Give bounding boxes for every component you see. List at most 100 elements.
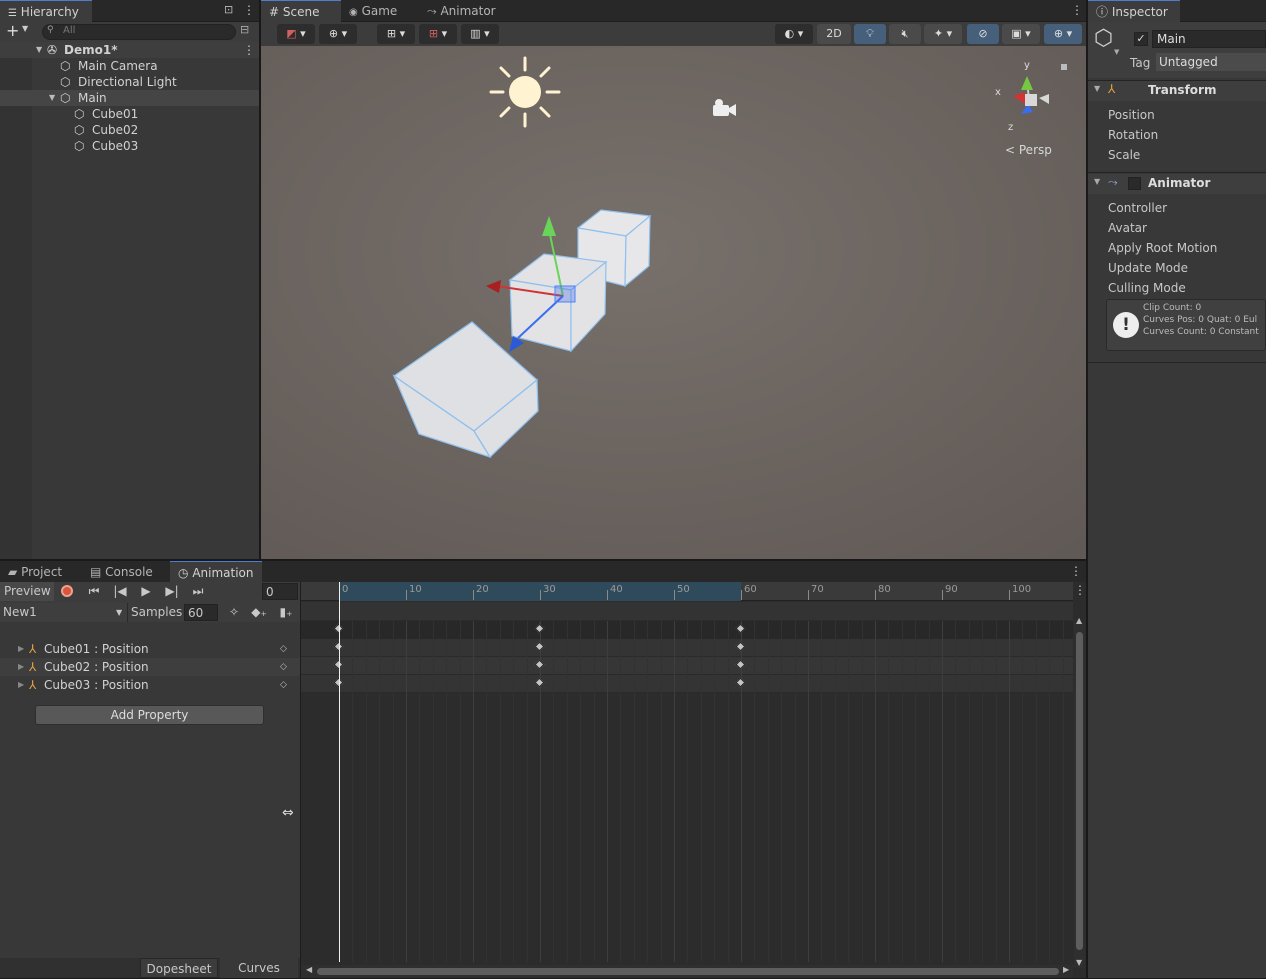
- next-keyframe-button[interactable]: ▶|: [160, 582, 184, 601]
- first-keyframe-button[interactable]: ⏮︎: [82, 582, 106, 601]
- increment-snap-button[interactable]: ⊞ ▾: [419, 24, 457, 44]
- samples-field[interactable]: 60: [184, 604, 218, 621]
- active-checkbox[interactable]: ✓: [1134, 32, 1148, 46]
- timeline-ruler[interactable]: 0 10 20 30 40 50 60 70 80 90 100: [301, 582, 1073, 601]
- animator-enabled-checkbox[interactable]: [1128, 177, 1141, 190]
- scroll-left-icon[interactable]: ◀: [306, 965, 312, 974]
- tab-hierarchy[interactable]: ☰ Hierarchy: [0, 0, 92, 22]
- tab-console[interactable]: ▤ Console: [82, 561, 168, 583]
- scroll-up-icon[interactable]: ▲: [1076, 616, 1082, 625]
- field-update-mode[interactable]: Update Mode: [1108, 259, 1188, 277]
- field-controller[interactable]: Controller: [1108, 199, 1167, 217]
- property-row-cube01[interactable]: ▶ ⅄ Cube01 : Position ◇: [0, 640, 300, 658]
- tag-label: Tag: [1130, 56, 1151, 70]
- hierarchy-item-main-camera[interactable]: ⬡ Main Camera: [0, 58, 259, 74]
- camera-settings-button[interactable]: ▣ ▾: [1002, 24, 1040, 44]
- hierarchy-item-directional-light[interactable]: ⬡ Directional Light: [0, 74, 259, 90]
- playhead[interactable]: [339, 582, 340, 962]
- record-button[interactable]: [56, 582, 78, 601]
- foldout-arrow-icon[interactable]: ▼: [1094, 84, 1100, 93]
- persp-label[interactable]: < Persp: [1005, 143, 1052, 157]
- scene-viewport[interactable]: y x z < Persp: [261, 46, 1086, 559]
- keyframe-diamond-icon[interactable]: ◇: [280, 640, 287, 658]
- hierarchy-item-cube02[interactable]: ⬡ Cube02: [0, 122, 259, 138]
- field-rotation[interactable]: Rotation: [1108, 126, 1158, 144]
- expand-arrow-icon[interactable]: ▶: [18, 676, 24, 694]
- lock-icon[interactable]: ⊡: [224, 3, 233, 16]
- directional-light-icon[interactable]: [489, 56, 561, 128]
- hierarchy-item-cube01[interactable]: ⬡ Cube01: [0, 106, 259, 122]
- vertical-scrollbar[interactable]: ▲ ▼: [1074, 616, 1085, 968]
- play-button[interactable]: ▶: [134, 582, 158, 601]
- scroll-thumb[interactable]: [1076, 632, 1083, 950]
- kebab-menu-icon[interactable]: ⋮: [1074, 583, 1086, 597]
- kebab-menu-icon[interactable]: ⋮: [1070, 564, 1082, 578]
- render-mode-button[interactable]: ◐ ▾: [775, 24, 813, 44]
- add-icon[interactable]: +: [6, 21, 19, 40]
- preview-button[interactable]: Preview: [0, 582, 54, 601]
- expand-arrow-icon[interactable]: ▼: [36, 42, 42, 58]
- tag-dropdown[interactable]: Untagged: [1156, 53, 1266, 71]
- kebab-menu-icon[interactable]: ⋮: [1071, 3, 1083, 17]
- last-keyframe-button[interactable]: ⏭︎: [186, 582, 210, 601]
- timeline-tick-label: 40: [610, 584, 623, 595]
- object-name-field[interactable]: Main: [1152, 30, 1266, 48]
- field-scale[interactable]: Scale: [1108, 146, 1140, 164]
- scroll-thumb[interactable]: [317, 968, 1059, 975]
- scroll-right-icon[interactable]: ▶: [1063, 965, 1069, 974]
- vertex-snap-button[interactable]: ▥ ▾: [461, 24, 499, 44]
- search-input[interactable]: ⚲ All: [42, 24, 236, 40]
- add-event-button[interactable]: ▮₊: [276, 603, 296, 622]
- horizontal-scrollbar[interactable]: ◀ ▶: [301, 965, 1073, 978]
- search-filter-icon[interactable]: ⊟: [240, 23, 249, 36]
- timeline[interactable]: 0 10 20 30 40 50 60 70 80 90 100 ⋮ ▲ ▼ ◀ ▶: [300, 582, 1086, 978]
- keyframe-diamond-icon[interactable]: ◇: [280, 658, 287, 676]
- expand-arrow-icon[interactable]: ▶: [18, 640, 24, 658]
- foldout-arrow-icon[interactable]: ▼: [1094, 177, 1100, 186]
- scene-menu-icon[interactable]: ⋮: [243, 42, 255, 58]
- 2d-toggle-button[interactable]: 2D: [817, 24, 851, 44]
- property-row-cube02[interactable]: ▶ ⅄ Cube02 : Position ◇: [0, 658, 300, 676]
- animator-component-header[interactable]: ▼ ⤳ Animator: [1088, 174, 1266, 194]
- gizmo-lock-icon[interactable]: [1061, 64, 1067, 70]
- curves-tab[interactable]: Curves: [220, 958, 298, 978]
- effects-button[interactable]: ✦ ▾: [924, 24, 962, 44]
- grid-snap-button[interactable]: ⊞ ▾: [377, 24, 415, 44]
- transform-component-header[interactable]: ▼ ⅄ Transform: [1088, 81, 1266, 101]
- orientation-button[interactable]: ⊕ ▾: [319, 24, 357, 44]
- field-position[interactable]: Position: [1108, 106, 1155, 124]
- tab-animation[interactable]: ◷ Animation: [170, 561, 262, 583]
- frame-field[interactable]: 0: [262, 583, 298, 600]
- keyframe-diamond-icon[interactable]: ◇: [280, 676, 287, 694]
- add-keyframe-button[interactable]: ◆₊: [248, 603, 270, 622]
- hierarchy-item-cube03[interactable]: ⬡ Cube03: [0, 138, 259, 154]
- resize-splitter-icon[interactable]: ⇔: [282, 805, 294, 821]
- field-culling-mode[interactable]: Culling Mode: [1108, 279, 1186, 297]
- tab-scene[interactable]: # Scene: [261, 0, 341, 22]
- tab-inspector[interactable]: ⓘ Inspector: [1088, 0, 1180, 22]
- timeline-gridline: [808, 621, 809, 962]
- field-apply-root-motion[interactable]: Apply Root Motion: [1108, 239, 1217, 257]
- clip-dropdown[interactable]: New1 ▼: [0, 603, 128, 622]
- chevron-down-icon[interactable]: ▼: [22, 24, 28, 33]
- scroll-down-icon[interactable]: ▼: [1076, 958, 1082, 967]
- gizmos-button[interactable]: ⊕ ▾: [1044, 24, 1082, 44]
- hidden-objects-button[interactable]: ⊘: [967, 24, 999, 44]
- snap-keys-button[interactable]: ✧: [224, 603, 244, 622]
- prev-keyframe-button[interactable]: |◀: [108, 582, 132, 601]
- scene-row[interactable]: ▼ ✇ Demo1* ⋮: [0, 42, 259, 58]
- add-property-button[interactable]: Add Property: [35, 705, 264, 725]
- dopesheet-tab[interactable]: Dopesheet: [140, 958, 218, 978]
- field-avatar[interactable]: Avatar: [1108, 219, 1147, 237]
- kebab-menu-icon[interactable]: ⋮: [243, 3, 255, 17]
- hierarchy-item-main[interactable]: ▼ ⬡ Main: [0, 90, 259, 106]
- audio-toggle-button[interactable]: 🔇︎: [889, 24, 921, 44]
- expand-arrow-icon[interactable]: ▶: [18, 658, 24, 676]
- lighting-toggle-button[interactable]: 💡︎: [854, 24, 886, 44]
- expand-arrow-icon[interactable]: ▼: [49, 90, 55, 106]
- draw-mode-button[interactable]: ◩ ▾: [277, 24, 315, 44]
- tab-animator[interactable]: ⤳ Animator: [419, 0, 515, 22]
- tab-project[interactable]: ▰ Project: [0, 561, 80, 583]
- tab-game[interactable]: ◉ Game: [341, 0, 419, 22]
- property-row-cube03[interactable]: ▶ ⅄ Cube03 : Position ◇: [0, 676, 300, 694]
